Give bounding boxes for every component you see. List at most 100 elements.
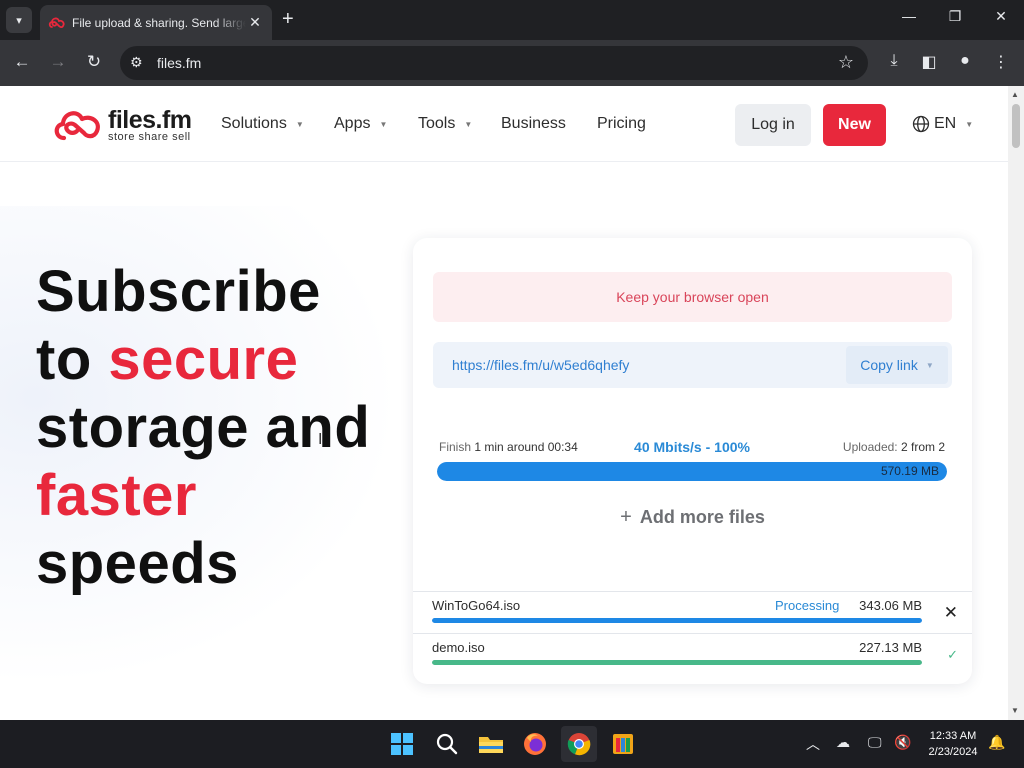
- file-name: WinToGo64.iso: [432, 598, 521, 613]
- downloads-icon[interactable]: ⤓: [883, 52, 905, 70]
- file-size: 343.06 MB: [859, 598, 922, 613]
- chevron-down-icon: ▼: [295, 119, 304, 129]
- files-fm-favicon-icon: [48, 14, 66, 32]
- uploaded-label: Uploaded:: [842, 440, 898, 454]
- site-info-icon[interactable]: ⚙: [130, 54, 143, 71]
- onedrive-cloud-icon[interactable]: ☁: [836, 734, 850, 751]
- address-url[interactable]: files.fm: [157, 55, 201, 71]
- tab-search-dropdown-icon[interactable]: ▾: [6, 7, 32, 33]
- cloud-logo-icon: [54, 111, 100, 141]
- upload-progress-info: Finish 1 min around 00:34 40 Mbits/s - 1…: [439, 439, 945, 455]
- address-bar[interactable]: ⚙ files.fm ☆: [120, 46, 868, 80]
- windows-start-icon[interactable]: [384, 726, 420, 762]
- scroll-up-arrow-icon[interactable]: ▲: [1011, 90, 1019, 99]
- notification-bell-icon[interactable]: 🔔: [988, 734, 1005, 751]
- system-clock[interactable]: 12:33 AM 2/23/2024: [920, 728, 986, 760]
- chevron-down-icon: ▼: [464, 119, 473, 129]
- hero-headline: Subscribe to secure storage and faster s…: [36, 258, 370, 598]
- plus-icon: +: [620, 506, 632, 528]
- tray-overflow-chevron-up-icon[interactable]: ︿: [806, 734, 820, 754]
- window-minimize-icon[interactable]: —: [897, 8, 921, 24]
- headline-line-1: Subscribe: [36, 259, 321, 324]
- remove-file-close-icon[interactable]: ✕: [944, 603, 958, 623]
- add-more-files-button[interactable]: + Add more files: [413, 506, 972, 529]
- search-icon[interactable]: [429, 726, 465, 762]
- language-selector[interactable]: EN ▼: [912, 115, 973, 133]
- headline-line-5: speeds: [36, 531, 239, 596]
- upload-card: Keep your browser open https://files.fm/…: [413, 238, 972, 684]
- total-size: 570.19 MB: [880, 464, 939, 478]
- globe-icon: [912, 115, 930, 133]
- file-row: WinToGo64.iso Processing 343.06 MB ✕: [413, 591, 972, 633]
- nav-apps-label: Apps: [334, 115, 371, 132]
- clock-time: 12:33 AM: [929, 730, 977, 742]
- nav-tools[interactable]: Tools ▼: [418, 115, 472, 133]
- file-status: Processing: [775, 598, 840, 613]
- total-progress-fill: [437, 462, 947, 481]
- clock-date: 2/23/2024: [928, 746, 978, 758]
- forward-arrow-icon[interactable]: →: [46, 52, 70, 72]
- file-progress-fill: [432, 660, 922, 665]
- add-more-label: Add more files: [639, 507, 765, 527]
- windows-taskbar: ︿ ☁ 🖵 🔇 12:33 AM 2/23/2024 🔔: [0, 720, 1024, 768]
- scroll-down-arrow-icon[interactable]: ▼: [1011, 706, 1019, 715]
- browser-toolbar: ← → ↻ ⚙ files.fm ☆ ⤓ ◧ ● ⋮: [0, 40, 1024, 86]
- text-cursor-icon: I: [318, 431, 323, 448]
- file-explorer-icon[interactable]: [473, 726, 509, 762]
- firefox-icon[interactable]: [517, 726, 553, 762]
- total-progress-bar: 570.19 MB: [437, 462, 947, 481]
- checkmark-icon: ✓: [947, 647, 958, 662]
- nav-solutions[interactable]: Solutions ▼: [221, 115, 304, 133]
- copy-link-label: Copy link: [860, 357, 918, 373]
- store-app-icon[interactable]: [605, 726, 641, 762]
- chevron-down-icon: ▼: [965, 119, 974, 129]
- language-label: EN: [934, 115, 957, 132]
- login-button[interactable]: Log in: [735, 104, 811, 146]
- site-header: files.fm store share sell Solutions ▼ Ap…: [0, 86, 1008, 162]
- headline-line-2: to secure: [36, 326, 370, 394]
- scrollbar-thumb[interactable]: [1012, 104, 1020, 148]
- nav-solutions-label: Solutions: [221, 115, 287, 132]
- site-logo[interactable]: files.fm store share sell: [52, 106, 202, 146]
- nav-apps[interactable]: Apps ▼: [334, 115, 387, 133]
- nav-business[interactable]: Business: [501, 115, 566, 133]
- window-restore-icon[interactable]: ❐: [943, 8, 967, 25]
- copy-link-button[interactable]: Copy link ▼: [846, 346, 948, 384]
- new-button[interactable]: New: [823, 104, 886, 146]
- file-progress-bar: [432, 618, 922, 623]
- tab-title: File upload & sharing. Send large files: [72, 15, 246, 30]
- headline-line-4: faster: [36, 463, 197, 528]
- browser-menu-icon[interactable]: ⋮: [990, 52, 1012, 72]
- logo-tagline: store share sell: [108, 131, 191, 143]
- share-link-box: https://files.fm/u/w5ed6qhefy Copy link …: [433, 342, 952, 388]
- nav-pricing[interactable]: Pricing: [597, 115, 646, 133]
- volume-muted-icon[interactable]: 🔇: [894, 734, 911, 751]
- reload-icon[interactable]: ↻: [82, 52, 106, 72]
- window-close-icon[interactable]: ✕: [989, 8, 1013, 25]
- network-monitor-icon[interactable]: 🖵: [868, 734, 882, 751]
- file-progress-bar: [432, 660, 922, 665]
- profile-avatar-icon[interactable]: ●: [954, 52, 976, 70]
- file-name: demo.iso: [432, 640, 485, 655]
- file-row: demo.iso 227.13 MB ✓: [413, 633, 972, 675]
- browser-tab[interactable]: File upload & sharing. Send large files …: [40, 5, 272, 40]
- headline-to: to: [36, 327, 109, 392]
- page-scrollbar[interactable]: ▲ ▼: [1008, 86, 1024, 720]
- back-arrow-icon[interactable]: ←: [10, 52, 34, 72]
- bookmark-star-icon[interactable]: ☆: [838, 52, 854, 73]
- headline-secure: secure: [108, 327, 299, 392]
- nav-tools-label: Tools: [418, 115, 456, 132]
- chrome-icon[interactable]: [561, 726, 597, 762]
- chevron-down-icon: ▼: [379, 119, 388, 129]
- browser-tab-strip: ▾ File upload & sharing. Send large file…: [0, 0, 1024, 40]
- uploaded-value: 2 from 2: [900, 440, 945, 454]
- chevron-down-icon: ▼: [925, 360, 934, 370]
- page-viewport: files.fm store share sell Solutions ▼ Ap…: [0, 86, 1008, 720]
- tab-close-icon[interactable]: ✕: [246, 14, 264, 31]
- share-link-url[interactable]: https://files.fm/u/w5ed6qhefy: [452, 357, 629, 373]
- uploaded-count: Uploaded: 2 from 2: [843, 440, 945, 454]
- keep-browser-open-notice: Keep your browser open: [433, 272, 952, 322]
- headline-line-3: storage and: [36, 395, 371, 460]
- new-tab-button[interactable]: +: [282, 9, 294, 29]
- side-panel-icon[interactable]: ◧: [918, 52, 940, 72]
